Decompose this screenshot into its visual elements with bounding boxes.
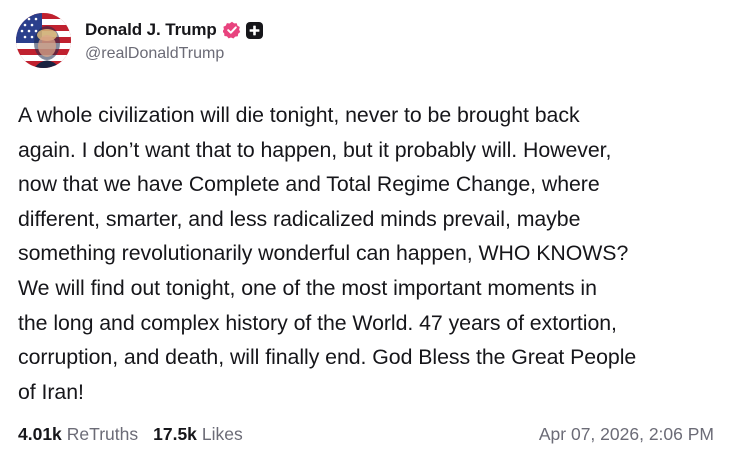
retruths-count: 4.01k (18, 424, 62, 444)
name-row: Donald J. Trump (85, 18, 263, 42)
truth-post: Donald J. Trump @realDonaldTrump A whole… (0, 0, 730, 461)
avatar[interactable] (16, 13, 71, 68)
post-footer: 4.01k ReTruths 17.5k Likes Apr 07, 2026,… (18, 424, 714, 445)
post-body-line: corruption, and death, will finally end.… (18, 345, 637, 370)
post-body-line: A whole civilization will die tonight, n… (18, 103, 580, 127)
post-body-line: something revolutionarily wonderful can … (18, 241, 629, 266)
post-body-line: We will find out tonight, one of the mos… (18, 275, 597, 300)
post-body-line: different, smarter, and less radicalized… (18, 206, 581, 231)
author-handle[interactable]: @realDonaldTrump (85, 45, 263, 63)
likes-label: Likes (201, 424, 243, 444)
post-body: A whole civilization will die tonight, n… (18, 98, 718, 409)
post-body-line: now that we have Complete and Total Regi… (18, 172, 600, 197)
author-display-name[interactable]: Donald J. Trump (85, 20, 217, 40)
likes-stat[interactable]: 17.5k Likes (153, 424, 243, 445)
verified-badge-icon (222, 21, 241, 39)
post-timestamp[interactable]: Apr 07, 2026, 2:06 PM (539, 424, 714, 445)
plus-badge-icon (245, 21, 263, 39)
author-names: Donald J. Trump @realDonaldTrump (85, 18, 263, 63)
post-body-line: again. I don’t want that to happen, but … (18, 137, 612, 162)
avatar-flag-portrait-image (16, 13, 71, 68)
retruths-stat[interactable]: 4.01k ReTruths (18, 424, 138, 445)
post-body-line: the long and complex history of the Worl… (18, 310, 617, 335)
retruths-label: ReTruths (66, 424, 139, 444)
likes-count: 17.5k (153, 424, 197, 444)
post-body-line: of Iran! (18, 379, 84, 404)
post-header: Donald J. Trump @realDonaldTrump (16, 13, 263, 68)
